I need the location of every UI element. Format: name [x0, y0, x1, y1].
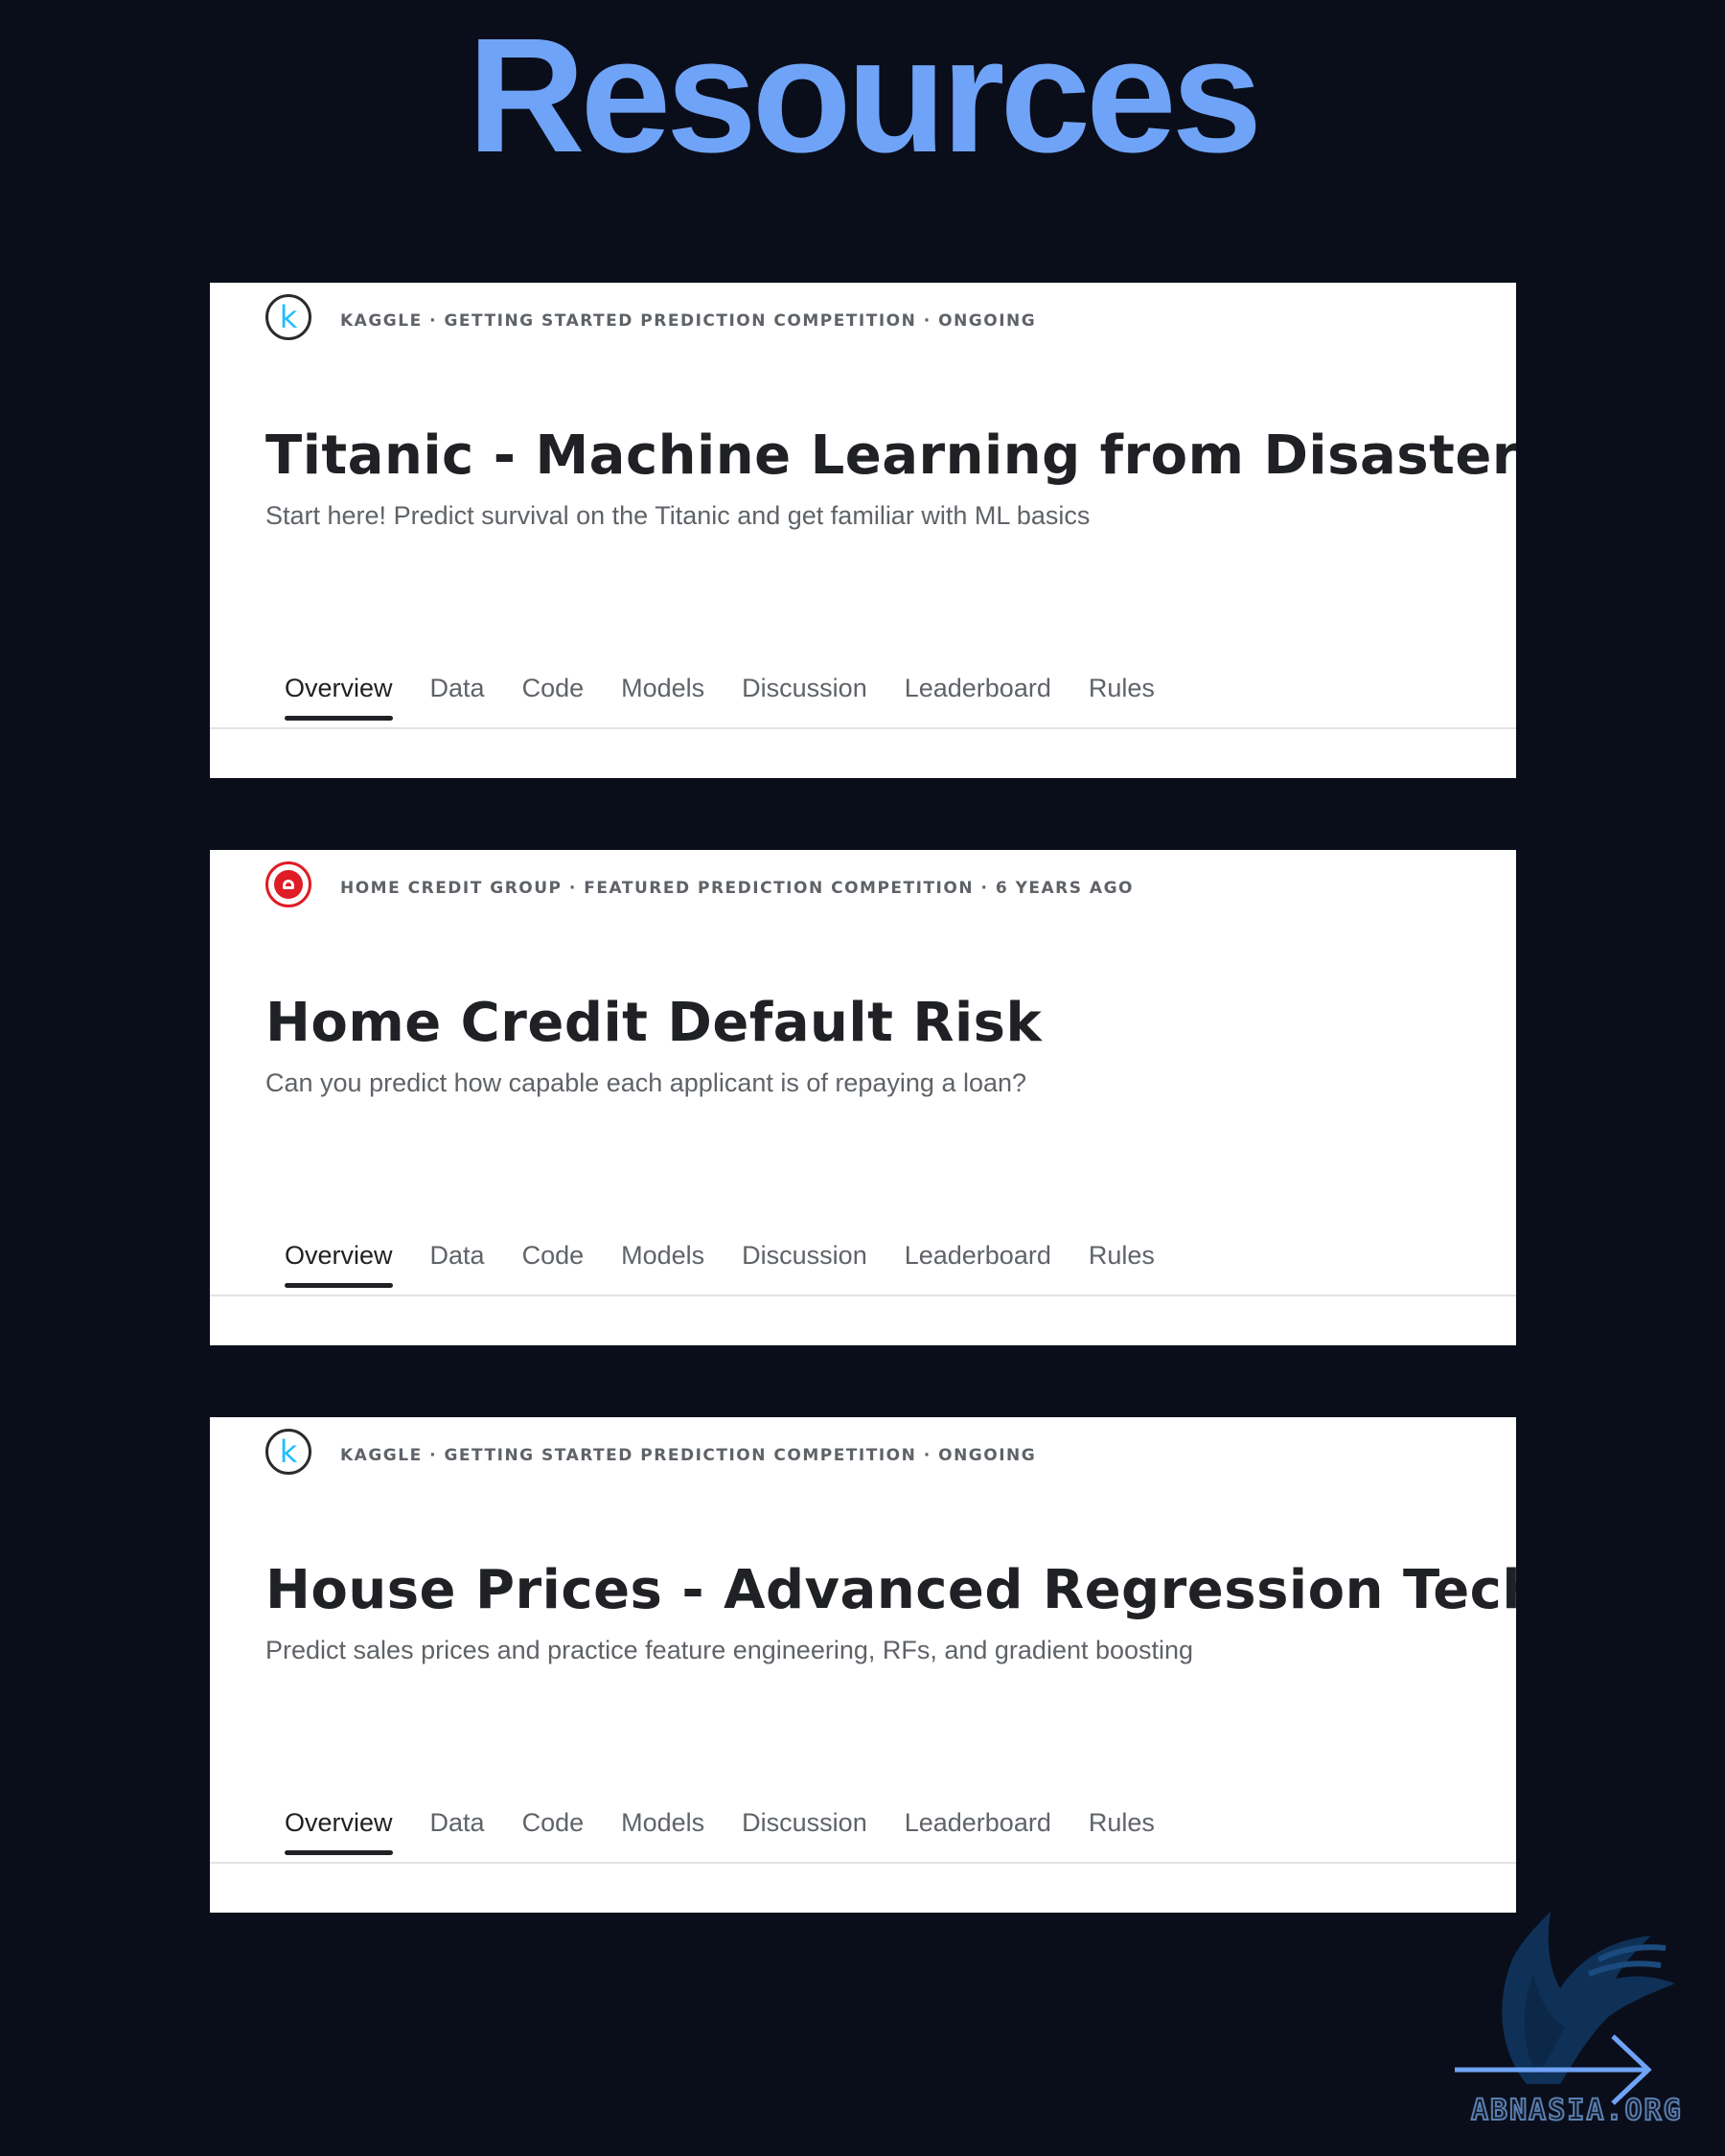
tab-rules[interactable]: Rules: [1089, 1241, 1155, 1285]
tabs-divider: [210, 1862, 1516, 1864]
tab-code[interactable]: Code: [522, 1808, 585, 1852]
tab-leaderboard[interactable]: Leaderboard: [905, 674, 1051, 718]
competition-tabs: Overview Data Code Models Discussion Lea…: [285, 674, 1155, 721]
competition-meta: HOME CREDIT GROUP · FEATURED PREDICTION …: [340, 879, 1134, 898]
tab-code[interactable]: Code: [522, 1241, 585, 1285]
competition-subtitle: Can you predict how capable each applica…: [265, 1068, 1027, 1097]
tab-discussion[interactable]: Discussion: [742, 1241, 867, 1285]
tab-rules[interactable]: Rules: [1089, 674, 1155, 718]
home-credit-logo-icon: [265, 861, 311, 907]
competition-tabs: Overview Data Code Models Discussion Lea…: [285, 1808, 1155, 1855]
page-title: Resources: [467, 5, 1262, 187]
competition-tabs: Overview Data Code Models Discussion Lea…: [285, 1241, 1155, 1288]
watermark-text: ABNASIA.ORG: [1470, 2093, 1683, 2128]
competition-card-house-prices[interactable]: k KAGGLE · GETTING STARTED PREDICTION CO…: [210, 1417, 1516, 1913]
tab-models[interactable]: Models: [621, 674, 704, 718]
tab-data[interactable]: Data: [430, 1808, 485, 1852]
competition-subtitle: Start here! Predict survival on the Tita…: [265, 501, 1091, 530]
competition-subtitle: Predict sales prices and practice featur…: [265, 1636, 1194, 1664]
tab-leaderboard[interactable]: Leaderboard: [905, 1808, 1051, 1852]
tab-overview[interactable]: Overview: [285, 1808, 393, 1855]
tab-models[interactable]: Models: [621, 1808, 704, 1852]
kaggle-k-icon: k: [265, 294, 311, 340]
tab-models[interactable]: Models: [621, 1241, 704, 1285]
competition-card-titanic[interactable]: k KAGGLE · GETTING STARTED PREDICTION CO…: [210, 283, 1516, 778]
tabs-divider: [210, 727, 1516, 729]
tab-data[interactable]: Data: [430, 674, 485, 718]
tabs-divider: [210, 1295, 1516, 1296]
tab-leaderboard[interactable]: Leaderboard: [905, 1241, 1051, 1285]
competition-card-home-credit[interactable]: HOME CREDIT GROUP · FEATURED PREDICTION …: [210, 850, 1516, 1345]
tab-code[interactable]: Code: [522, 674, 585, 718]
tab-rules[interactable]: Rules: [1089, 1808, 1155, 1852]
tab-data[interactable]: Data: [430, 1241, 485, 1285]
competition-title[interactable]: House Prices - Advanced Regression Techn…: [265, 1559, 1516, 1621]
competition-title[interactable]: Titanic - Machine Learning from Disaster: [265, 424, 1516, 487]
tab-discussion[interactable]: Discussion: [742, 674, 867, 718]
competition-meta: KAGGLE · GETTING STARTED PREDICTION COMP…: [340, 311, 1037, 331]
tab-discussion[interactable]: Discussion: [742, 1808, 867, 1852]
tab-overview[interactable]: Overview: [285, 674, 393, 721]
kaggle-k-icon: k: [265, 1429, 311, 1475]
competition-meta: KAGGLE · GETTING STARTED PREDICTION COMP…: [340, 1446, 1037, 1465]
competition-title[interactable]: Home Credit Default Risk: [265, 992, 1042, 1054]
tab-overview[interactable]: Overview: [285, 1241, 393, 1288]
